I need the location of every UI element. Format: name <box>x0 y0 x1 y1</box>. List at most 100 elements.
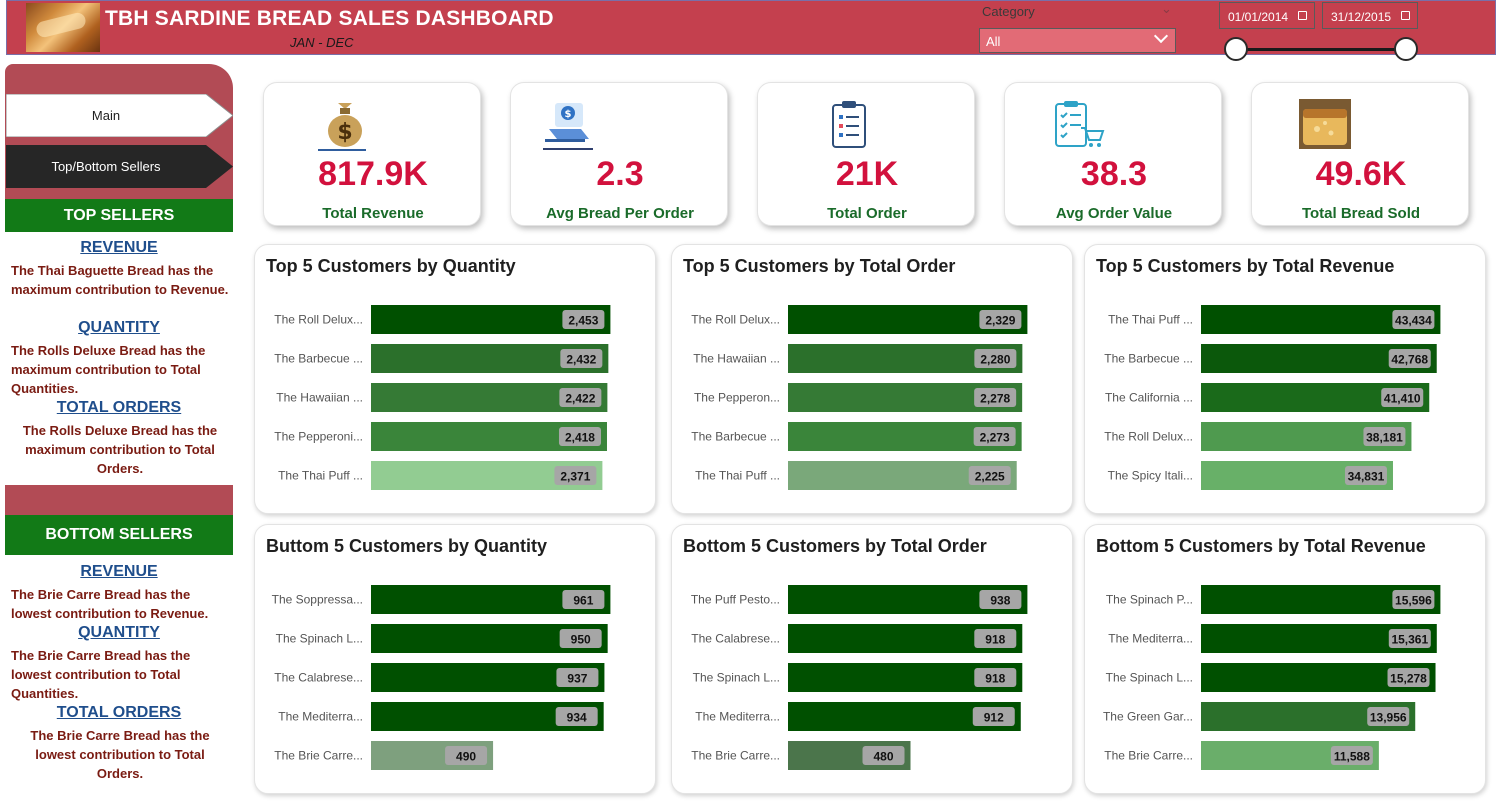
data-label: 42,768 <box>1391 353 1428 367</box>
nav-top-bottom-label: Top/Bottom Sellers <box>51 159 161 174</box>
calendar-icon[interactable] <box>1401 11 1410 20</box>
kpi-avg-bread-per-order: $ 2.3 Avg Bread Per Order <box>510 82 728 226</box>
kpi-total-order-value: 21K <box>835 155 899 193</box>
start-date-value: 01/01/2014 <box>1228 10 1289 24</box>
category-label: The Soppressa... <box>272 593 363 607</box>
category-label: The Calabrese... <box>691 632 780 646</box>
category-label: The Roll Delux... <box>1104 430 1193 444</box>
data-label: 13,956 <box>1370 711 1407 725</box>
category-label: The Barbecue ... <box>691 430 780 444</box>
category-collapse-icon[interactable]: ⌄ <box>1161 2 1172 17</box>
date-range-start-handle[interactable] <box>1224 37 1248 61</box>
data-label: 15,278 <box>1390 672 1427 686</box>
kpi-avg-order-value-value: 38.3 <box>1080 155 1148 193</box>
category-label: The Pepperon... <box>694 391 780 405</box>
sidebar: Main Top/Bottom Sellers TOP SELLERS REVE… <box>5 64 234 805</box>
top-quantity-heading: QUANTITY <box>78 319 160 336</box>
category-label: The Spinach P... <box>1106 593 1193 607</box>
data-label: 15,596 <box>1395 594 1432 608</box>
end-date-input[interactable]: 31/12/2015 <box>1322 2 1418 29</box>
data-label: 2,422 <box>565 392 595 406</box>
data-label: 912 <box>984 711 1004 725</box>
top-quantity-text: The Rolls Deluxe Bread has the maximum c… <box>11 343 206 396</box>
data-label: 2,329 <box>985 314 1015 328</box>
date-range-end-handle[interactable] <box>1394 37 1418 61</box>
dashboard-subtitle: JAN - DEC <box>290 35 354 50</box>
data-label: 2,418 <box>565 431 595 445</box>
category-label: The Puff Pesto... <box>691 593 780 607</box>
data-label: 2,225 <box>975 470 1005 484</box>
category-label: The Thai Puff ... <box>1108 313 1193 327</box>
category-label: The Roll Delux... <box>691 313 780 327</box>
kpi-total-order-label: Total Order <box>827 205 907 222</box>
chart-top-customers-quantity: Top 5 Customers by Quantity The Roll Del… <box>254 244 656 514</box>
kpi-total-order: 21K Total Order <box>757 82 975 226</box>
category-label: The California ... <box>1105 391 1193 405</box>
bottom-revenue-heading: REVENUE <box>80 563 158 580</box>
data-label: 938 <box>990 594 1010 608</box>
bottom-quantity-text: The Brie Carre Bread has the lowest cont… <box>11 648 191 701</box>
svg-text:$: $ <box>565 109 572 120</box>
chart-plot-area: The Soppressa... 961 The Spinach L... 950 Th… <box>272 585 611 770</box>
kpi-avg-order-value-label: Avg Order Value <box>1055 205 1173 222</box>
calendar-icon[interactable] <box>1298 11 1307 20</box>
category-label: The Thai Puff ... <box>278 469 363 483</box>
category-label: The Calabrese... <box>274 671 363 685</box>
category-label: The Spinach L... <box>276 632 363 646</box>
bottom-orders-heading: TOTAL ORDERS <box>56 704 182 721</box>
category-label: The Pepperoni... <box>274 430 363 444</box>
kpi-avg-bread-label: Avg Bread Per Order <box>546 205 694 222</box>
data-label: 480 <box>873 750 893 764</box>
data-label: 2,278 <box>980 392 1010 406</box>
category-selected-value: All <box>986 34 1001 49</box>
category-label: The Spinach L... <box>693 671 780 685</box>
data-label: 937 <box>567 672 587 686</box>
category-label: The Barbecue ... <box>274 352 363 366</box>
start-date-input[interactable]: 01/01/2014 <box>1219 2 1315 29</box>
chart-plot-area: The Thai Puff ... 43,434 The Barbecue ... 4… <box>1104 305 1441 490</box>
nav-main-button[interactable]: Main <box>5 93 234 138</box>
top-sellers-panel: TOP SELLERS REVENUE The Thai Baguette Br… <box>5 199 233 485</box>
chart-bottom-customers-total-revenue: Bottom 5 Customers by Total Revenue The … <box>1084 524 1486 794</box>
category-label: The Mediterra... <box>695 710 780 724</box>
chart-bottom-customers-quantity: Buttom 5 Customers by Quantity The Soppr… <box>254 524 656 794</box>
category-label: The Hawaiian ... <box>693 352 780 366</box>
chart-plot-area: The Roll Delux... 2,453 The Barbecue ... 2,… <box>274 305 611 490</box>
category-label: Category <box>982 4 1035 19</box>
bread-logo-icon <box>26 3 100 52</box>
chart-bottom-customers-total-order: Bottom 5 Customers by Total Order The Pu… <box>671 524 1073 794</box>
data-label: 2,371 <box>560 470 590 484</box>
data-label: 34,831 <box>1348 470 1385 484</box>
data-label: 950 <box>571 633 591 647</box>
category-label: The Spicy Itali... <box>1108 469 1193 483</box>
data-label: 961 <box>573 594 593 608</box>
data-label: 918 <box>985 672 1005 686</box>
data-label: 41,410 <box>1384 392 1421 406</box>
date-range-slider[interactable] <box>1236 48 1406 51</box>
dashboard-title: TBH SARDINE BREAD SALES DASHBOARD <box>105 7 554 30</box>
category-label: The Brie Carre... <box>691 749 780 763</box>
data-label: 2,432 <box>566 353 596 367</box>
header-bar: TBH SARDINE BREAD SALES DASHBOARD JAN - … <box>6 0 1496 61</box>
chart-plot-area: The Roll Delux... 2,329 The Hawaiian ... 2,… <box>691 305 1028 490</box>
money-bag-icon: $ <box>318 103 366 151</box>
category-label: The Thai Puff ... <box>695 469 780 483</box>
kpi-total-revenue: $ 817.9K Total Revenue <box>263 82 481 226</box>
category-label: The Roll Delux... <box>274 313 363 327</box>
nav-top-bottom-sellers-button[interactable]: Top/Bottom Sellers <box>6 145 233 188</box>
data-label: 934 <box>567 711 587 725</box>
category-dropdown[interactable]: All <box>979 28 1176 53</box>
data-label: 38,181 <box>1366 431 1403 445</box>
data-label: 490 <box>456 750 476 764</box>
data-label: 11,588 <box>1334 750 1370 764</box>
kpi-avg-order-value: 38.3 Avg Order Value <box>1004 82 1222 226</box>
svg-text:$: $ <box>337 120 352 145</box>
chart-top-customers-total-revenue: Top 5 Customers by Total Revenue The Tha… <box>1084 244 1486 514</box>
category-label: The Brie Carre... <box>274 749 363 763</box>
chevron-down-icon <box>1153 28 1169 44</box>
chart-plot-area: The Puff Pesto... 938 The Calabrese... 918 T… <box>691 585 1028 770</box>
laptop-payment-icon: $ <box>543 103 593 150</box>
bottom-sellers-title: BOTTOM SELLERS <box>5 515 233 555</box>
clipboard-list-icon <box>832 101 866 148</box>
chart-plot-area: The Spinach P... 15,596 The Mediterra... 15… <box>1103 585 1441 770</box>
